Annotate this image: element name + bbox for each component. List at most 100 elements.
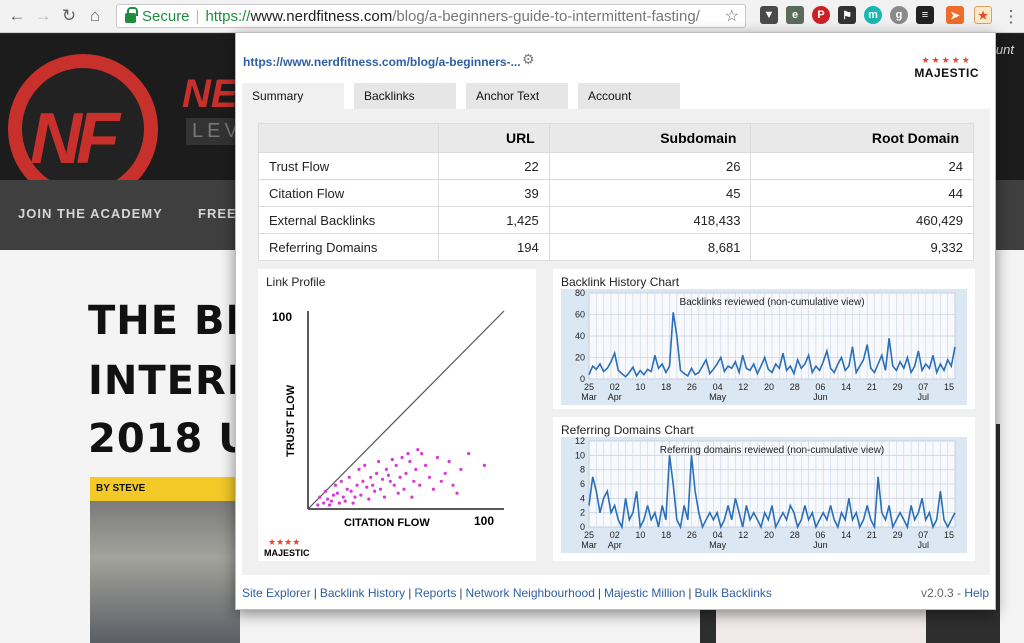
x-tick-label: 10 <box>635 530 645 540</box>
scatter-point <box>322 501 326 505</box>
scatter-point <box>355 483 359 487</box>
ghost-icon[interactable]: g <box>890 6 908 24</box>
tab-anchor-text[interactable]: Anchor Text <box>466 83 568 109</box>
header-empty <box>258 123 439 153</box>
cell-url: 39 <box>438 179 550 207</box>
evernote-icon[interactable]: e <box>786 6 804 24</box>
address-bar[interactable]: Secure | https:// www.nerdfitness.com /b… <box>116 4 746 28</box>
cell-url: 194 <box>438 233 550 261</box>
secure-indicator[interactable]: Secure <box>117 7 190 25</box>
scatter-point <box>351 501 355 505</box>
popup-url[interactable]: https://www.nerdfitness.com/blog/a-begin… <box>243 55 521 69</box>
scatter-point <box>390 457 394 462</box>
article-byline: BY STEVE <box>90 477 240 501</box>
cell-root-domain: 460,429 <box>750 206 974 234</box>
scatter-point <box>482 463 486 467</box>
diagonal-line <box>307 310 505 510</box>
scatter-point <box>414 467 418 471</box>
month-label: Jul <box>918 540 930 550</box>
scatter-point <box>416 448 420 452</box>
lp-logo-dots: ★★★★ <box>268 537 300 547</box>
scatter-point <box>400 455 404 460</box>
majestic-logo[interactable]: ★★★★★ MAJESTIC <box>914 55 979 80</box>
scatter-point <box>365 485 369 489</box>
bookmark-star-icon[interactable]: ☆ <box>725 6 739 26</box>
link-network-neighbourhood[interactable]: Network Neighbourhood <box>465 586 594 600</box>
tab-account[interactable]: Account <box>578 83 680 109</box>
cell-root-domain: 44 <box>750 179 974 207</box>
address-separator: | <box>195 7 200 25</box>
account-link[interactable]: unt <box>996 42 1014 57</box>
row-label: Citation Flow <box>258 179 439 207</box>
scatter-point <box>377 459 381 464</box>
scatter-point <box>418 483 422 487</box>
month-label: Apr <box>608 540 622 550</box>
help-link[interactable]: Help <box>964 586 989 600</box>
x-tick-label: 29 <box>893 382 903 392</box>
cell-url: 22 <box>438 152 550 180</box>
link-reports[interactable]: Reports <box>414 586 456 600</box>
secure-label: Secure <box>142 7 190 25</box>
cell-url: 1,425 <box>438 206 550 234</box>
settings-gear-icon[interactable]: ⚙ <box>522 51 535 68</box>
scatter-point <box>420 452 424 456</box>
tab-backlinks[interactable]: Backlinks <box>354 83 456 109</box>
nav-join-academy[interactable]: JOIN THE ACADEMY <box>18 206 163 221</box>
scatter-point <box>378 487 383 491</box>
majestic-logo-dots: ★★★★★ <box>921 55 972 65</box>
scatter-point <box>380 477 385 481</box>
nav-free[interactable]: FREE <box>198 206 237 221</box>
x-tick-label: 18 <box>661 382 671 392</box>
scatter-point <box>467 452 471 456</box>
back-icon[interactable]: ← <box>4 3 30 29</box>
scatter-point <box>345 487 349 491</box>
mention-icon[interactable]: m <box>864 6 882 24</box>
scatter-point <box>373 489 377 493</box>
pocket-icon[interactable]: ▼ <box>760 6 778 24</box>
backlink-history-card: Backlink History Chart 0 20 40 60 80 25 02 10 18… <box>553 269 975 409</box>
flag-icon[interactable]: ⚑ <box>838 6 856 24</box>
month-label: Jun <box>813 392 828 402</box>
majestic-logo-text: MAJESTIC <box>914 66 979 80</box>
footer-pipe: | <box>459 586 463 600</box>
menu-icon[interactable]: ⋮ <box>998 4 1024 30</box>
x-tick-label: 07 <box>918 530 928 540</box>
link-backlink-history[interactable]: Backlink History <box>320 586 405 600</box>
footer-pipe: | <box>597 586 602 600</box>
link-bulk-backlinks[interactable]: Bulk Backlinks <box>695 586 772 600</box>
x-tick-label: 26 <box>687 382 697 392</box>
scatter-point <box>398 475 402 479</box>
x-tick-label: 14 <box>841 382 851 392</box>
home-icon[interactable]: ⌂ <box>82 3 108 29</box>
scatter-point <box>341 495 345 499</box>
x-tick-label: 10 <box>635 382 645 392</box>
site-logo-letters: NF <box>30 99 120 179</box>
x-tick-label: 07 <box>918 382 928 392</box>
y-tick-label: 10 <box>575 450 585 460</box>
tab-summary[interactable]: Summary <box>242 83 344 109</box>
footer-pipe: | <box>408 586 412 600</box>
article-photo <box>90 501 240 643</box>
cell-subdomain: 8,681 <box>548 233 752 261</box>
scatter-point <box>347 475 351 479</box>
arrow-extension-icon[interactable]: ➤ <box>946 6 964 24</box>
x-tick-label: 02 <box>610 530 620 540</box>
link-majestic-million[interactable]: Majestic Million <box>604 586 685 600</box>
majestic-extension-icon[interactable]: ★ <box>974 6 992 24</box>
buffer-icon[interactable]: ≡ <box>916 6 934 24</box>
pinterest-icon[interactable]: P <box>812 6 830 24</box>
forward-icon[interactable]: → <box>30 3 56 29</box>
y-tick-label: 80 <box>575 288 585 298</box>
reload-icon[interactable]: ↻ <box>56 3 82 29</box>
scatter-point <box>459 467 463 471</box>
cell-root-domain: 24 <box>750 152 974 180</box>
url-host: www.nerdfitness.com <box>250 7 393 25</box>
url-path: /blog/a-beginners-guide-to-intermittent-… <box>392 7 700 25</box>
table-row: Referring Domains 194 8,681 9,332 <box>258 233 974 261</box>
y-tick-label: 4 <box>580 493 585 503</box>
link-site-explorer[interactable]: Site Explorer <box>242 586 311 600</box>
chart-inner-title: Referring domains reviewed (non-cumulati… <box>660 445 885 456</box>
x-tick-label: 26 <box>687 530 697 540</box>
y-tick-label: 2 <box>580 508 585 518</box>
version-label: v2.0.3 <box>920 586 954 600</box>
